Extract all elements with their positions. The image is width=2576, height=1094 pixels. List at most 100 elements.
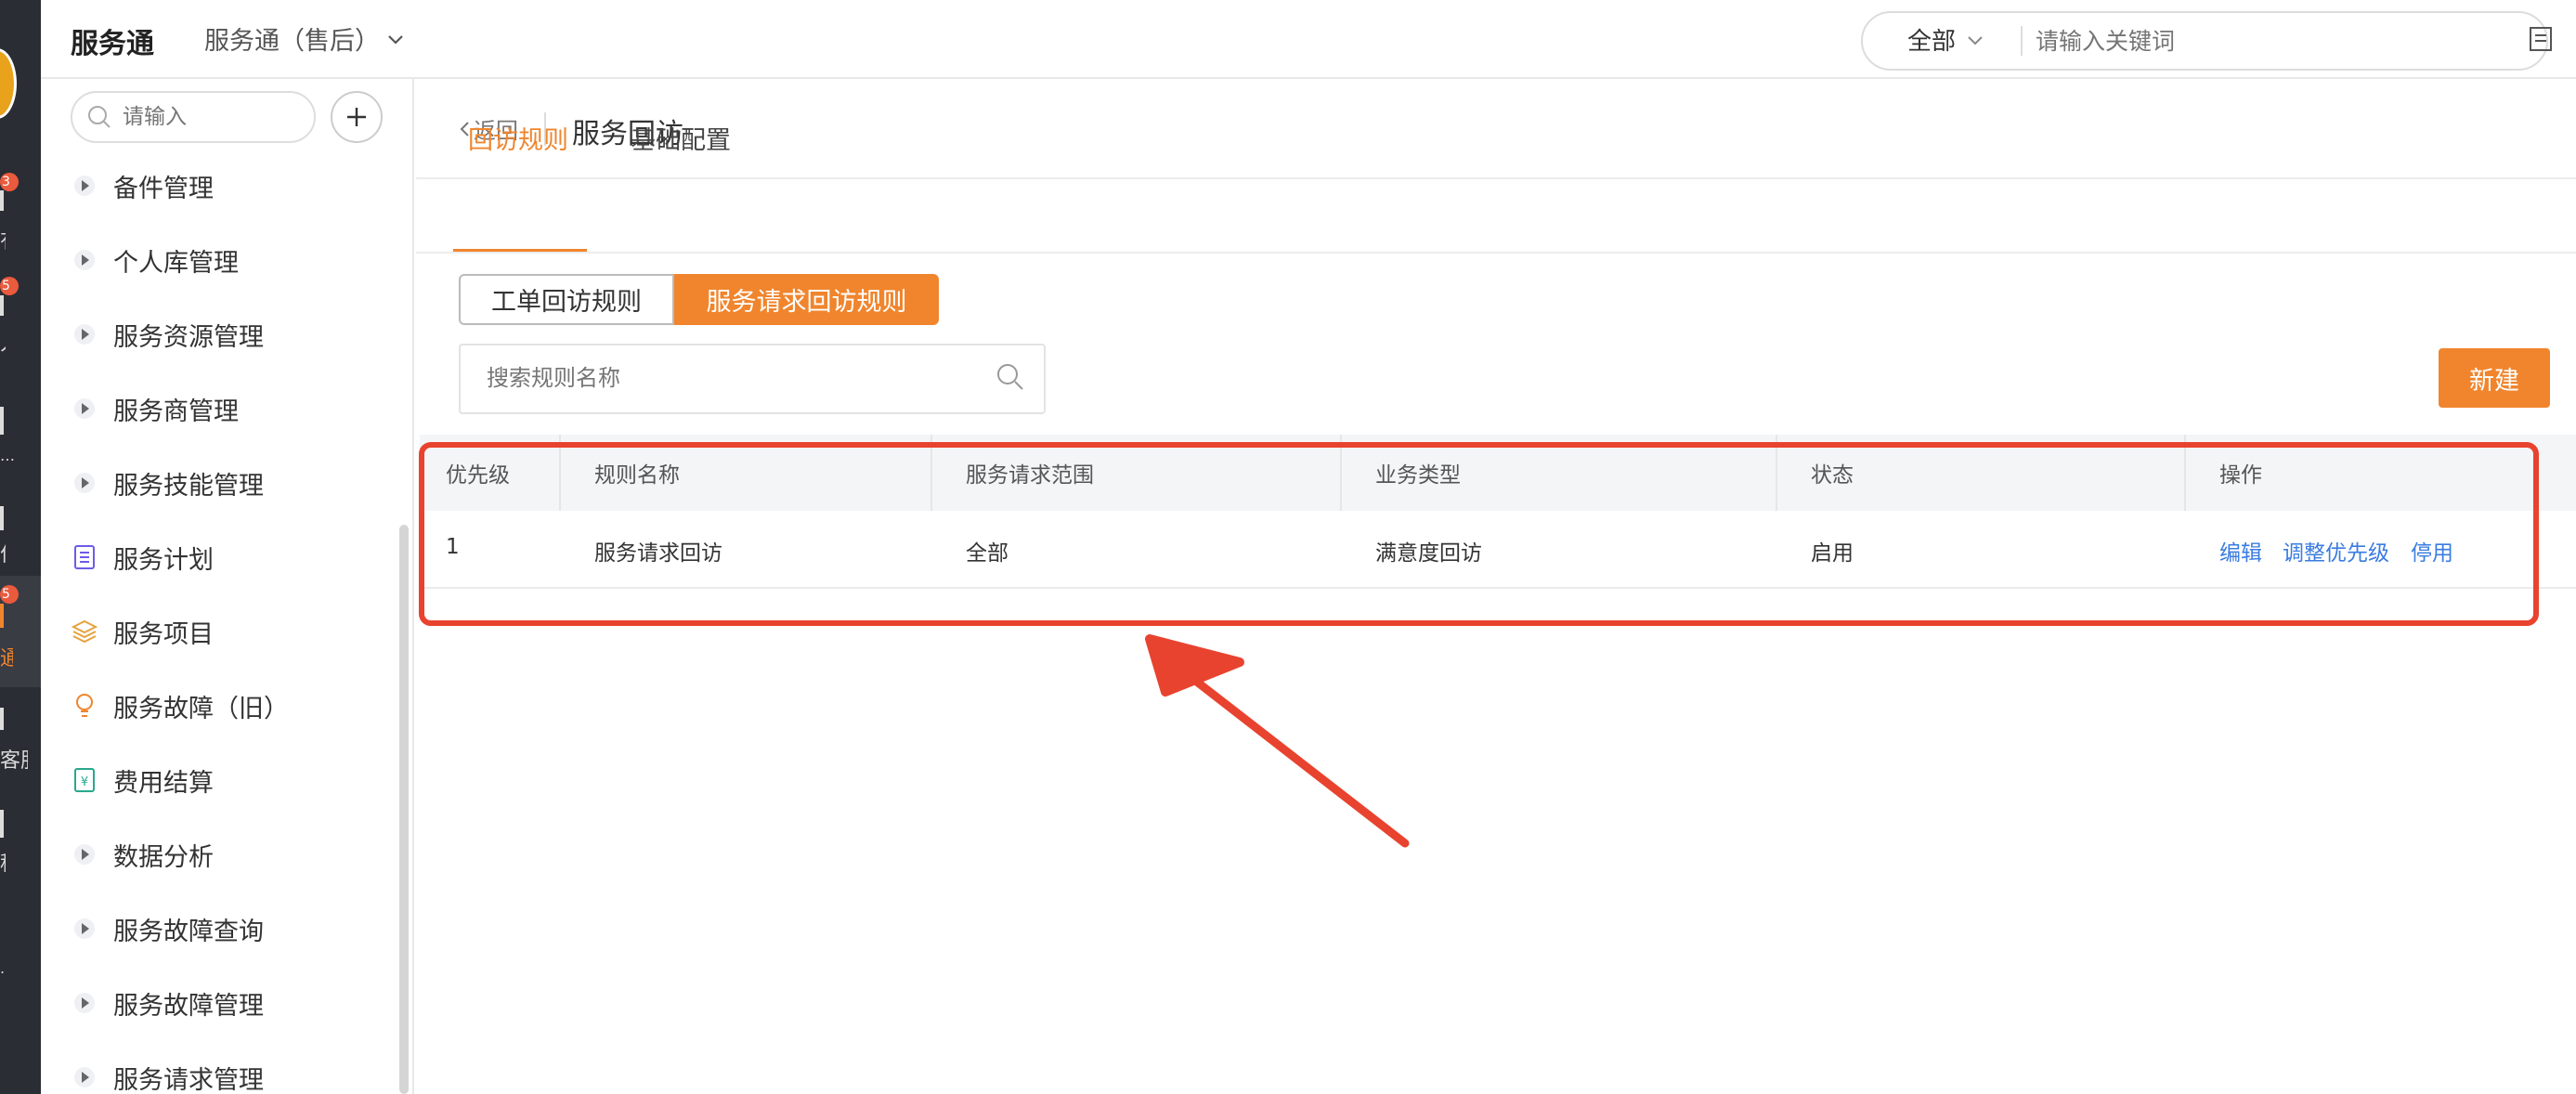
column-header-priority[interactable]: 优先级: [446, 457, 510, 488]
sidebar-item-label: 数据分析: [113, 842, 214, 872]
segment-workorder-rules[interactable]: 工单回访规则: [459, 274, 674, 325]
disable-link[interactable]: 停用: [2411, 535, 2453, 567]
sidebar-item-service-project[interactable]: 服务项目: [69, 613, 214, 650]
yen-doc-icon: ¥: [69, 764, 100, 796]
sidebar-item-parts[interactable]: 备件管理: [69, 167, 214, 204]
sidebar-item-label: 服务故障查询: [113, 917, 264, 946]
sidebar-item-service-providers[interactable]: 服务商管理: [69, 390, 239, 427]
app-switcher[interactable]: 服务通（售后）: [204, 20, 408, 57]
column-divider: [559, 435, 561, 511]
column-divider: [2184, 435, 2186, 511]
rail-more[interactable]: .: [0, 957, 28, 981]
scope-select[interactable]: 全部: [1907, 22, 1987, 57]
rule-search-input[interactable]: [487, 358, 969, 398]
sidebar-item-label: 服务故障管理: [113, 991, 264, 1021]
rail-label[interactable]: 人: [0, 332, 6, 357]
sidebar-item-label: 服务项目: [113, 619, 214, 649]
rail-icon[interactable]: [0, 407, 4, 435]
rail-icon[interactable]: [0, 708, 4, 730]
sidebar-item-label: 备件管理: [113, 174, 214, 203]
sidebar-item-label: 服务计划: [113, 545, 214, 575]
column-header-status[interactable]: 状态: [1811, 457, 1854, 488]
cell-request-scope: 全部: [966, 541, 1008, 566]
column-header-business-type[interactable]: 业务类型: [1375, 457, 1461, 488]
document-icon[interactable]: [2526, 24, 2556, 54]
sidebar-item-label: 服务技能管理: [113, 471, 264, 501]
rail-icon[interactable]: [0, 295, 4, 316]
caret-right-icon: [69, 319, 100, 350]
chevron-down-icon: [388, 34, 403, 45]
sidebar-item-personal-stock[interactable]: 个人库管理: [69, 241, 239, 279]
sidebar-item-label: 服务资源管理: [113, 322, 264, 352]
column-divider: [1340, 435, 1342, 511]
notification-badge: 3: [0, 173, 19, 191]
cell-rule-name: 服务请求回访: [594, 541, 722, 566]
sidebar-search-input[interactable]: [123, 99, 299, 135]
edit-link[interactable]: 编辑: [2219, 535, 2262, 567]
caret-right-icon: [69, 170, 100, 202]
sidebar-item-service-fault-old[interactable]: 服务故障（旧）: [69, 687, 289, 724]
cell-business-type: 满意度回访: [1375, 541, 1482, 566]
sidebar-item-fault-query[interactable]: 服务故障查询: [69, 910, 264, 947]
sidebar-item-label: 服务请求管理: [113, 1065, 264, 1094]
plus-icon: [347, 108, 366, 126]
tabs-divider: [416, 252, 2576, 254]
rail-label[interactable]: …: [0, 444, 28, 468]
rail-label[interactable]: 作: [0, 543, 6, 567]
global-search-input[interactable]: [2036, 20, 2518, 61]
rail-icon[interactable]: [0, 506, 4, 530]
column-divider: [930, 435, 932, 511]
sidebar-item-fault-management[interactable]: 服务故障管理: [69, 984, 264, 1022]
caret-right-icon: [69, 393, 100, 424]
notification-badge: 5: [0, 277, 19, 295]
rail-label[interactable]: 有: [0, 230, 6, 254]
caret-right-icon: [69, 839, 100, 870]
sidebar-item-label: 服务商管理: [113, 397, 239, 426]
notification-badge: 5: [0, 585, 19, 604]
column-header-actions: 操作: [2219, 463, 2262, 488]
tab-visit-rules[interactable]: 回访规则: [468, 123, 568, 160]
app-switcher-label: 服务通（售后）: [204, 27, 380, 56]
rail-label[interactable]: 程: [0, 853, 6, 877]
bulb-icon: [69, 690, 100, 722]
sidebar-item-request-management[interactable]: 服务请求管理: [69, 1059, 264, 1094]
segment-request-rules[interactable]: 服务请求回访规则: [674, 274, 939, 325]
tab-basic-config[interactable]: 基础配置: [631, 123, 731, 160]
sidebar-item-label: 费用结算: [113, 768, 214, 798]
sidebar-item-service-resources[interactable]: 服务资源管理: [69, 316, 264, 353]
svg-text:¥: ¥: [81, 775, 88, 789]
adjust-priority-link[interactable]: 调整优先级: [2283, 535, 2389, 567]
sidebar-item-data-analysis[interactable]: 数据分析: [69, 836, 214, 873]
search-divider: [2021, 26, 2023, 56]
column-divider: [1776, 435, 1777, 511]
new-button[interactable]: 新建: [2439, 348, 2550, 408]
sidebar-scrollbar[interactable]: [399, 525, 409, 1094]
search-icon[interactable]: [994, 360, 1027, 394]
cell-status: 启用: [1811, 541, 1854, 566]
sidebar: 备件管理 个人库管理 服务资源管理 服务商管理 服务技能管理 服务计划 服务项目…: [41, 79, 414, 1094]
caret-right-icon: [69, 244, 100, 276]
checklist-icon: [69, 541, 100, 573]
rail-label[interactable]: 客服: [0, 749, 28, 774]
column-header-rule-name[interactable]: 规则名称: [594, 457, 680, 488]
header-divider: [416, 177, 2576, 179]
layers-icon: [69, 616, 100, 647]
app-rail: 3 有 5 人 … 作 5 通 客服 程 .: [0, 0, 41, 1094]
caret-right-icon: [69, 1061, 100, 1093]
app-title[interactable]: 服务通: [71, 20, 154, 61]
chevron-down-icon: [1968, 35, 1983, 45]
user-avatar[interactable]: [0, 48, 17, 119]
column-header-request-scope[interactable]: 服务请求范围: [966, 457, 1094, 488]
sidebar-item-service-plan[interactable]: 服务计划: [69, 539, 214, 576]
rail-icon[interactable]: [0, 810, 4, 838]
search-icon: [88, 106, 111, 128]
rail-label-active[interactable]: 通: [0, 647, 13, 671]
rail-icon[interactable]: [0, 190, 4, 211]
sidebar-item-label: 服务故障（旧）: [113, 694, 289, 723]
caret-right-icon: [69, 913, 100, 944]
add-button[interactable]: [331, 91, 383, 143]
rail-icon[interactable]: [0, 604, 4, 628]
sidebar-item-expense-settlement[interactable]: ¥ 费用结算: [69, 762, 214, 799]
caret-right-icon: [69, 467, 100, 499]
sidebar-item-service-skills[interactable]: 服务技能管理: [69, 464, 264, 501]
